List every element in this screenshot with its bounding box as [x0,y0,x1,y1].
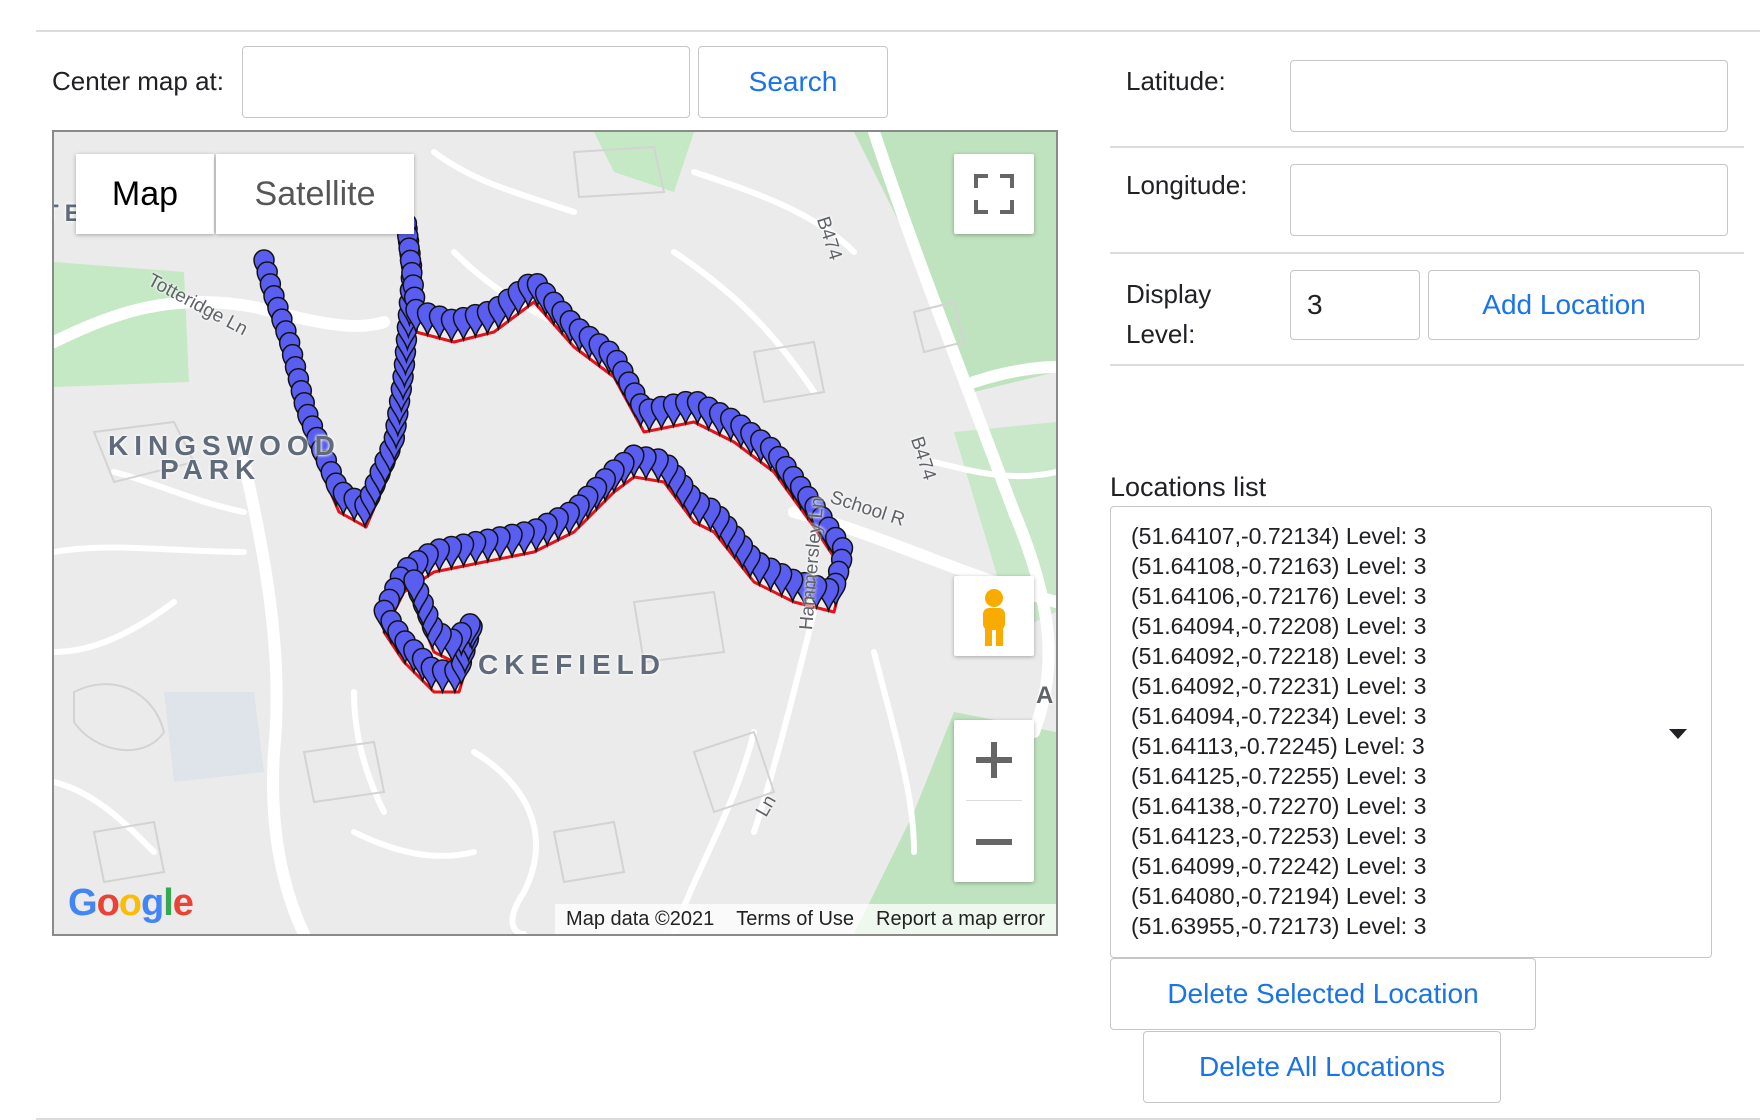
location-list-item[interactable]: (51.64123,-0.72253) Level: 3 [1131,821,1711,851]
delete-selected-location-button[interactable]: Delete Selected Location [1110,958,1536,1030]
street-view-button[interactable] [954,576,1034,656]
map[interactable]: KINGSWOOD PARK CKEFIELD TERIDGE Totterid… [52,130,1058,936]
latitude-label: Latitude: [1126,66,1226,96]
form-divider-2 [1110,252,1744,254]
map-data-text: Map data ©2021 [566,908,715,930]
report-map-error-link[interactable]: Report a map error [865,904,1056,934]
map-attribution: Map data ©2021 Terms of Use Report a map… [555,904,1056,934]
location-list-item[interactable]: (51.64099,-0.72242) Level: 3 [1131,851,1711,881]
locations-items: (51.64107,-0.72134) Level: 3 (51.64108,-0… [1131,521,1711,941]
map-type-satellite-button[interactable]: Satellite [216,154,414,234]
location-list-item[interactable]: (51.64092,-0.72231) Level: 3 [1131,671,1711,701]
zoom-in-icon[interactable] [954,720,1034,800]
google-logo: Google [68,882,194,924]
location-list-item[interactable]: (51.64108,-0.72163) Level: 3 [1131,551,1711,581]
pegman-icon [983,589,1005,646]
display-level-label-line1: Display [1126,279,1212,309]
location-markers[interactable] [253,212,854,695]
form-divider-3 [1110,364,1744,366]
delete-all-locations-button[interactable]: Delete All Locations [1143,1031,1501,1103]
map-base [54,132,1056,934]
add-location-button[interactable]: Add Location [1428,270,1700,340]
location-list-item[interactable]: (51.64107,-0.72134) Level: 3 [1131,521,1711,551]
location-list-item[interactable]: (51.64080,-0.72194) Level: 3 [1131,881,1711,911]
dropdown-arrow-icon [1669,729,1687,739]
locations-list[interactable]: (51.64107,-0.72134) Level: 3 (51.64108,-0… [1110,506,1712,958]
location-list-item[interactable]: (51.64125,-0.72255) Level: 3 [1131,761,1711,791]
location-list-item[interactable]: (51.63955,-0.72173) Level: 3 [1131,911,1711,941]
place-label-park: PARK [160,454,262,485]
top-divider [36,30,1760,32]
search-button[interactable]: Search [698,46,888,118]
fullscreen-button[interactable] [954,154,1034,234]
longitude-input[interactable] [1290,164,1728,236]
location-list-item[interactable]: (51.64094,-0.72234) Level: 3 [1131,701,1711,731]
zoom-out-icon[interactable] [954,802,1034,882]
location-list-item[interactable]: (51.64106,-0.72176) Level: 3 [1131,581,1711,611]
display-level-label-line2: Level: [1126,319,1196,349]
latitude-input[interactable] [1290,60,1728,132]
location-list-item[interactable]: (51.64092,-0.72218) Level: 3 [1131,641,1711,671]
location-list-item[interactable]: (51.64113,-0.72245) Level: 3 [1131,731,1711,761]
longitude-label: Longitude: [1126,170,1248,200]
fullscreen-icon [974,174,1014,214]
display-level-label: Display Level: [1126,274,1211,354]
map-type-map-button[interactable]: Map [76,154,214,234]
center-map-input[interactable] [242,46,690,118]
zoom-control [954,720,1034,882]
road-label-edge: A [1036,682,1054,709]
display-level-input[interactable] [1290,270,1420,340]
center-map-label: Center map at: [52,66,224,96]
location-list-item[interactable]: (51.64094,-0.72208) Level: 3 [1131,611,1711,641]
terms-of-use-link[interactable]: Terms of Use [725,904,865,934]
place-label-hazlefield: CKEFIELD [478,649,666,680]
form-divider-1 [1110,146,1744,148]
locations-list-title: Locations list [1110,472,1267,502]
location-list-item[interactable]: (51.64138,-0.72270) Level: 3 [1131,791,1711,821]
